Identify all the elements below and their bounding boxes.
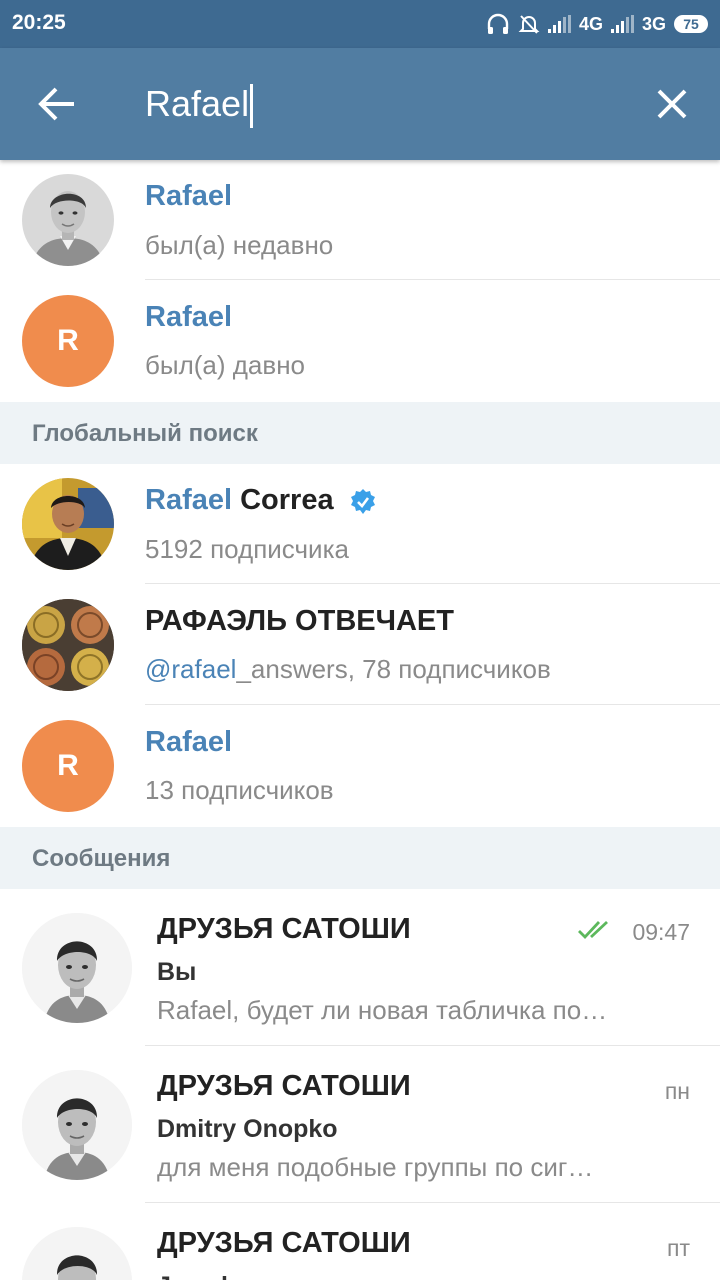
contact-name: Rafael — [145, 301, 233, 333]
text-cursor — [250, 84, 254, 129]
message-sender: Jamal — [157, 1272, 228, 1280]
avatar: R — [22, 295, 114, 387]
network-type-1: 4G — [578, 13, 603, 34]
verified-badge-icon — [351, 489, 375, 514]
message-result[interactable]: ДРУЗЬЯ САТОШИ пт Jamal — [0, 1203, 720, 1280]
avatar — [22, 913, 132, 1023]
bell-off-icon — [518, 15, 540, 34]
contact-status: был(а) давно — [145, 350, 306, 380]
message-result[interactable]: ДРУЗЬЯ САТОШИ пн Dmitry Onopko для меня … — [0, 1046, 720, 1203]
close-icon[interactable] — [652, 84, 692, 124]
chat-title: ДРУЗЬЯ САТОШИ — [157, 1227, 411, 1259]
global-result[interactable]: R Rafael 13 подписчиков — [0, 705, 720, 827]
section-header-messages: Сообщения — [0, 827, 720, 889]
name-rest: Correa — [232, 484, 334, 516]
message-result[interactable]: ДРУЗЬЯ САТОШИ 09:47 Вы Rafael, будет ли … — [0, 889, 720, 1046]
contact-status: был(а) недавно — [145, 230, 334, 260]
username-match: @rafael — [145, 654, 237, 684]
contact-result[interactable]: R Rafael был(а) давно — [0, 280, 720, 402]
message-preview: Rafael, будет ли новая табличка по… — [157, 995, 608, 1025]
channel-name: РАФАЭЛЬ ОТВЕЧАЕТ — [145, 605, 454, 637]
message-time: 09:47 — [632, 919, 690, 945]
search-toolbar: Rafael — [0, 48, 720, 160]
search-input[interactable]: Rafael — [145, 80, 254, 129]
avatar — [22, 174, 114, 266]
channel-subscribers: 13 подписчиков — [145, 775, 334, 805]
headphones-icon — [487, 13, 509, 34]
message-preview: для меня подобные группы по сиг… — [157, 1152, 594, 1182]
avatar: R — [22, 720, 114, 812]
search-input-value: Rafael — [145, 83, 250, 124]
chat-title: ДРУЗЬЯ САТОШИ — [157, 1070, 411, 1102]
subtitle-rest: _answers, 78 подписчиков — [236, 654, 551, 684]
contact-name: Rafael — [145, 180, 233, 212]
message-sender: Dmitry Onopko — [157, 1115, 338, 1143]
section-title: Глобальный поиск — [32, 420, 258, 447]
network-type-2: 3G — [641, 13, 666, 34]
global-result[interactable]: РАФАЭЛЬ ОТВЕЧАЕТ @rafael_answers, 78 под… — [0, 584, 720, 705]
avatar — [22, 478, 114, 570]
section-header-global-search: Глобальный поиск — [0, 402, 720, 464]
battery-icon: 75 — [674, 15, 708, 33]
status-time: 20:25 — [12, 11, 66, 34]
message-time: пт — [667, 1235, 690, 1261]
channel-name: Rafael Correa — [145, 484, 334, 517]
avatar — [22, 599, 114, 691]
section-title: Сообщения — [32, 845, 171, 872]
status-bar: 20:25 4G 3G 75 — [0, 0, 720, 48]
avatar — [22, 1070, 132, 1180]
channel-name: Rafael — [145, 726, 233, 758]
signal-icon — [547, 15, 571, 33]
signal-icon — [610, 15, 634, 33]
message-sender: Вы — [157, 958, 197, 986]
channel-subscribers: 5192 подписчика — [145, 534, 349, 564]
message-time: пн — [664, 1078, 690, 1104]
double-check-icon — [578, 920, 608, 940]
status-icons: 4G 3G 75 — [486, 11, 708, 37]
arrow-left-icon[interactable] — [36, 84, 80, 124]
name-match: Rafael — [145, 484, 233, 516]
channel-subtitle: @rafael_answers, 78 подписчиков — [145, 654, 551, 685]
contact-result[interactable]: Rafael был(а) недавно — [0, 160, 720, 280]
chat-title: ДРУЗЬЯ САТОШИ — [157, 913, 411, 945]
avatar — [22, 1227, 132, 1280]
global-result[interactable]: Rafael Correa 5192 подписчика — [0, 464, 720, 584]
